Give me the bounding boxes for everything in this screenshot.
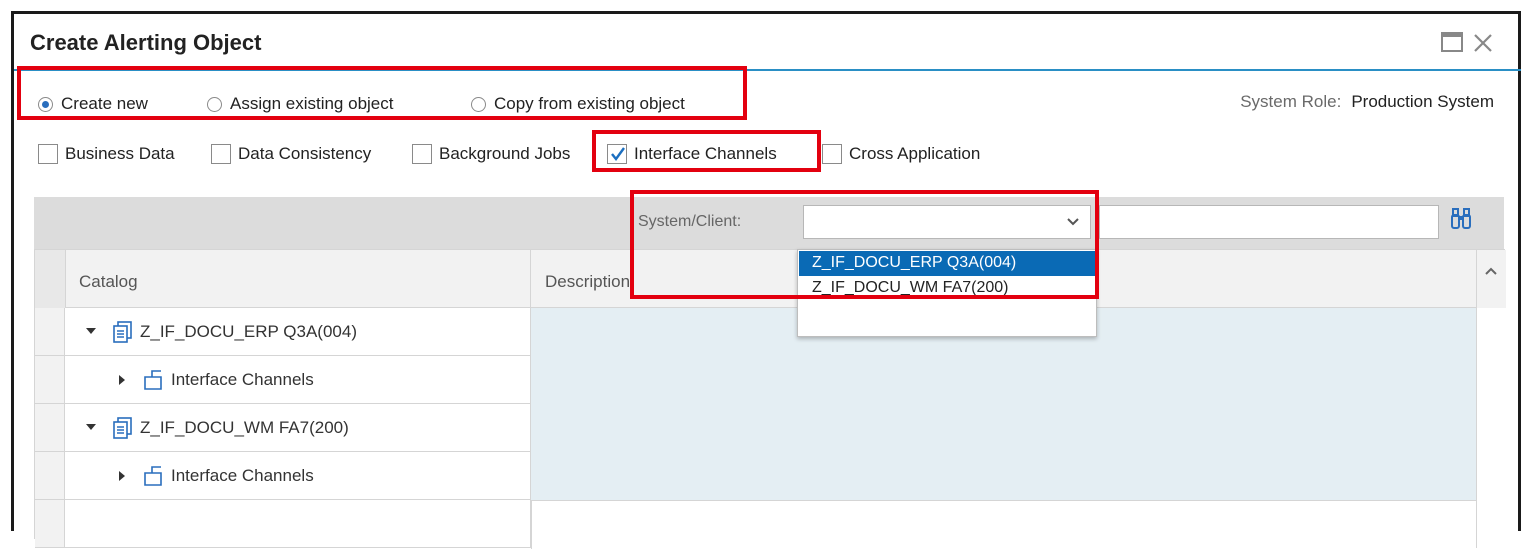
radio-label: Copy from existing object (494, 94, 685, 113)
scrollbar-track[interactable] (1476, 250, 1506, 308)
checkbox-label: Cross Application (849, 144, 981, 163)
radio-label: Create new (61, 94, 148, 113)
system-client-select[interactable] (803, 205, 1091, 239)
checkbox-label: Business Data (65, 144, 175, 163)
scrollbar-segment (1476, 452, 1505, 500)
scrollbar-segment (1476, 500, 1505, 548)
catalog-name: Z_IF_DOCU_WM FA7(200) (140, 418, 349, 437)
radio-create-new[interactable]: Create new (38, 94, 148, 114)
checkbox-box (211, 144, 231, 164)
option-label: Z_IF_DOCU_ERP Q3A(004) (812, 254, 1017, 271)
checkbox-interface-channels[interactable]: Interface Channels (607, 144, 777, 164)
description-cell (531, 356, 1476, 404)
checkmark-icon (611, 147, 625, 161)
expand-right-icon[interactable] (117, 470, 127, 482)
channel-name: Interface Channels (171, 370, 314, 389)
system-client-dropdown: Z_IF_DOCU_ERP Q3A(004) Z_IF_DOCU_WM FA7(… (797, 249, 1097, 337)
scrollbar-segment (1476, 356, 1505, 404)
maximize-icon[interactable] (1441, 32, 1463, 52)
table-row[interactable]: Interface Channels (35, 356, 1505, 404)
checkbox-label: Interface Channels (634, 144, 777, 163)
radio-label: Assign existing object (230, 94, 394, 113)
system-role: System Role: Production System (1240, 92, 1494, 112)
radio-indicator (38, 96, 53, 112)
checkbox-box (822, 144, 842, 164)
table-row-empty (35, 500, 1505, 549)
catalog-icon (113, 321, 132, 343)
checkbox-box (412, 144, 432, 164)
row-selector[interactable] (35, 356, 65, 404)
dialog-title: Create Alerting Object (30, 30, 262, 55)
description-cell (531, 404, 1476, 452)
radio-indicator (471, 96, 486, 112)
table-row[interactable]: Z_IF_DOCU_ERP Q3A(004) (35, 308, 1505, 356)
description-cell (531, 452, 1476, 500)
expand-down-icon[interactable] (85, 422, 97, 432)
scrollbar-segment (1476, 308, 1505, 356)
system-role-label: System Role: (1240, 92, 1342, 111)
scroll-up-icon[interactable] (1485, 266, 1497, 276)
catalog-cell: Interface Channels (65, 452, 531, 500)
option-label: Z_IF_DOCU_WM FA7(200) (812, 279, 1009, 296)
dropdown-option-wm-fa7[interactable]: Z_IF_DOCU_WM FA7(200) (799, 276, 1095, 301)
search-input[interactable] (1099, 205, 1439, 239)
checkbox-label: Background Jobs (439, 144, 571, 163)
checkbox-data-consistency[interactable]: Data Consistency (211, 144, 371, 164)
row-selector (35, 500, 65, 548)
catalog-cell (65, 500, 531, 548)
table-row[interactable]: Interface Channels (35, 452, 1505, 500)
radio-copy-existing[interactable]: Copy from existing object (471, 94, 685, 114)
column-divider (530, 250, 531, 308)
radio-indicator (207, 96, 222, 112)
checkbox-box (38, 144, 58, 164)
column-header-description[interactable]: Description (545, 272, 630, 292)
title-divider (14, 69, 1521, 71)
close-icon[interactable] (1472, 32, 1494, 52)
system-role-value: Production System (1351, 92, 1494, 111)
folder-icon (144, 466, 162, 486)
folder-icon (144, 370, 162, 390)
system-client-label: System/Client: (638, 213, 742, 230)
table-row[interactable]: Z_IF_DOCU_WM FA7(200) (35, 404, 1505, 452)
checkbox-business-data[interactable]: Business Data (38, 144, 175, 164)
scrollbar-segment (1476, 404, 1505, 452)
channel-name: Interface Channels (171, 466, 314, 485)
checkbox-background-jobs[interactable]: Background Jobs (412, 144, 570, 164)
create-alerting-object-dialog: Create Alerting Object Create new Assign… (11, 11, 1521, 549)
catalog-cell: Interface Channels (65, 356, 531, 404)
expand-right-icon[interactable] (117, 374, 127, 386)
checkbox-box (607, 144, 627, 164)
catalog-cell: Z_IF_DOCU_ERP Q3A(004) (65, 308, 531, 356)
expand-down-icon[interactable] (85, 326, 97, 336)
catalog-table: Catalog Description Z_IF_DOCU_ERP Q3A(00… (34, 249, 1506, 549)
dropdown-option-erp-q3a[interactable]: Z_IF_DOCU_ERP Q3A(004) (799, 251, 1095, 276)
dialog-titlebar: Create Alerting Object (14, 14, 1518, 68)
row-selector[interactable] (35, 308, 65, 356)
description-cell (531, 500, 1477, 549)
select-all-cell[interactable] (35, 250, 66, 308)
catalog-icon (113, 417, 132, 439)
binoculars-search-icon[interactable] (1450, 207, 1472, 236)
catalog-name: Z_IF_DOCU_ERP Q3A(004) (140, 322, 357, 341)
radio-assign-existing[interactable]: Assign existing object (207, 94, 393, 114)
table-header: Catalog Description (35, 249, 1506, 308)
row-selector[interactable] (35, 452, 65, 500)
filter-toolbar: System/Client: (34, 197, 1504, 249)
row-selector[interactable] (35, 404, 65, 452)
category-checkboxes: Business Data Data Consistency Backgroun… (14, 144, 1518, 170)
checkbox-cross-application[interactable]: Cross Application (822, 144, 980, 164)
chevron-down-icon (1067, 218, 1079, 226)
column-header-catalog[interactable]: Catalog (79, 272, 138, 292)
catalog-cell: Z_IF_DOCU_WM FA7(200) (65, 404, 531, 452)
checkbox-label: Data Consistency (238, 144, 372, 163)
